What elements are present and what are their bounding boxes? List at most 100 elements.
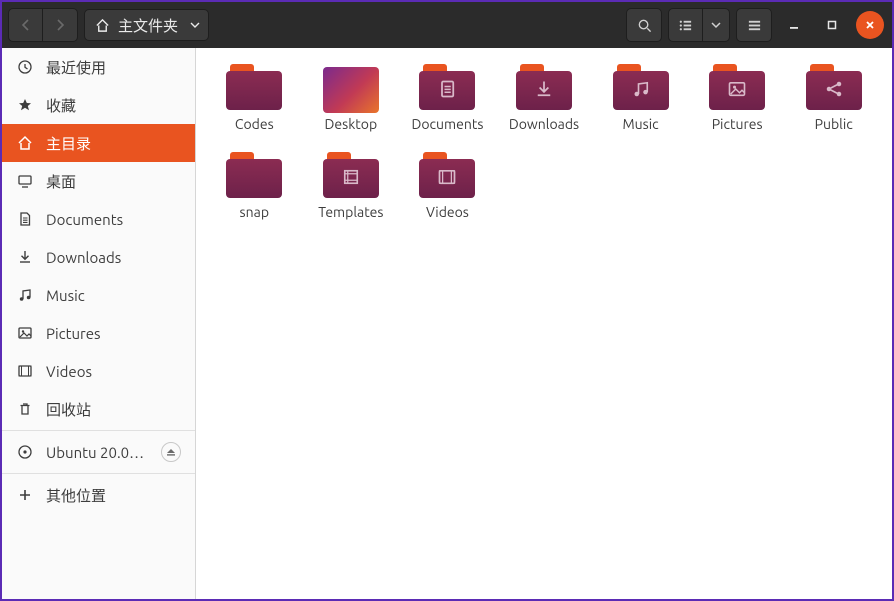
search-icon <box>637 18 652 33</box>
list-icon <box>678 18 693 33</box>
sidebar-item-home[interactable]: 主目录 <box>2 124 195 162</box>
sidebar-item-desktop[interactable]: 桌面 <box>2 162 195 200</box>
folder-grid: Codes Desktop Documents Downloads Music Pictu… <box>206 60 882 224</box>
sidebar-mount[interactable]: Ubuntu 20.0… <box>2 433 195 471</box>
path-label: 主文件夹 <box>118 15 178 36</box>
sidebar-item-label: Pictures <box>46 325 181 342</box>
sidebar-item-recent[interactable]: 最近使用 <box>2 48 195 86</box>
forward-button[interactable] <box>43 9 77 41</box>
home-icon <box>16 134 34 152</box>
view-list-button[interactable] <box>669 9 703 41</box>
minimize-icon <box>788 19 800 31</box>
folder-label: Music <box>622 116 658 132</box>
folder-label: Codes <box>235 116 274 132</box>
chevron-down-icon <box>711 20 721 30</box>
body: 最近使用收藏主目录桌面 Documents Downloads Music Pictur… <box>2 48 892 599</box>
headerbar: 主文件夹 <box>2 2 892 48</box>
search-button[interactable] <box>627 9 661 41</box>
sidebar: 最近使用收藏主目录桌面 Documents Downloads Music Pictur… <box>2 48 196 599</box>
folder-icon <box>806 64 862 110</box>
sidebar-item-label: 桌面 <box>46 171 181 192</box>
sidebar-item-trash[interactable]: 回收站 <box>2 390 195 428</box>
sidebar-item-label: Videos <box>46 363 181 380</box>
maximize-icon <box>826 19 838 31</box>
folder-label: Documents <box>411 116 483 132</box>
document-icon <box>16 210 34 228</box>
folder-label: Videos <box>426 204 469 220</box>
disc-icon <box>16 443 34 461</box>
sidebar-item-label: 收藏 <box>46 95 181 116</box>
folder-label: snap <box>240 204 269 220</box>
folder-item[interactable]: Documents <box>399 60 496 136</box>
music-icon <box>16 286 34 304</box>
folder-icon <box>226 152 282 198</box>
folder-item[interactable]: snap <box>206 148 303 224</box>
sidebar-mount-label: Ubuntu 20.0… <box>46 444 149 461</box>
chevron-down-icon <box>190 20 200 30</box>
folder-item[interactable]: Desktop <box>303 60 400 136</box>
minimize-button[interactable] <box>780 11 808 39</box>
menu-group <box>736 8 772 42</box>
sidebar-separator <box>2 473 195 474</box>
folder-item[interactable]: Templates <box>303 148 400 224</box>
chevron-right-icon <box>54 19 66 31</box>
main-view[interactable]: Codes Desktop Documents Downloads Music Pictu… <box>196 48 892 599</box>
chevron-left-icon <box>20 19 32 31</box>
folder-icon <box>613 64 669 110</box>
folder-label: Public <box>815 116 853 132</box>
folder-label: Desktop <box>325 116 378 132</box>
video-icon <box>16 362 34 380</box>
sidebar-item-label: 主目录 <box>46 133 181 154</box>
sidebar-item-label: 回收站 <box>46 399 181 420</box>
close-icon <box>864 19 876 31</box>
sidebar-item-music[interactable]: Music <box>2 276 195 314</box>
plus-icon <box>16 486 34 504</box>
folder-icon <box>226 64 282 110</box>
path-bar[interactable]: 主文件夹 <box>84 9 209 41</box>
picture-icon <box>16 324 34 342</box>
folder-item[interactable]: Public <box>785 60 882 136</box>
view-group <box>668 8 730 42</box>
folder-icon <box>709 64 765 110</box>
sidebar-item-downloads[interactable]: Downloads <box>2 238 195 276</box>
hamburger-menu-button[interactable] <box>737 9 771 41</box>
desktop-wallpaper-icon <box>323 67 379 113</box>
sidebar-item-label: 最近使用 <box>46 57 181 78</box>
sidebar-separator <box>2 430 195 431</box>
nav-buttons <box>8 8 78 42</box>
folder-icon <box>419 152 475 198</box>
clock-icon <box>16 58 34 76</box>
sidebar-item-pictures[interactable]: Pictures <box>2 314 195 352</box>
sidebar-item-videos[interactable]: Videos <box>2 352 195 390</box>
sidebar-item-documents[interactable]: Documents <box>2 200 195 238</box>
file-manager-window: 主文件夹 <box>0 0 894 601</box>
sidebar-item-label: Documents <box>46 211 181 228</box>
view-dropdown-button[interactable] <box>703 9 729 41</box>
folder-item[interactable]: Music <box>592 60 689 136</box>
sidebar-other-locations[interactable]: 其他位置 <box>2 476 195 514</box>
eject-icon <box>166 447 176 457</box>
download-icon <box>16 248 34 266</box>
folder-label: Pictures <box>712 116 763 132</box>
folder-item[interactable]: Downloads <box>496 60 593 136</box>
sidebar-item-label: Downloads <box>46 249 181 266</box>
folder-item[interactable]: Pictures <box>689 60 786 136</box>
sidebar-item-label: Music <box>46 287 181 304</box>
home-icon <box>95 18 110 33</box>
folder-icon <box>323 152 379 198</box>
hamburger-icon <box>747 18 762 33</box>
folder-label: Templates <box>318 204 383 220</box>
search-group <box>626 8 662 42</box>
folder-icon <box>419 64 475 110</box>
eject-button[interactable] <box>161 442 181 462</box>
trash-icon <box>16 400 34 418</box>
folder-label: Downloads <box>509 116 579 132</box>
sidebar-other-label: 其他位置 <box>46 485 181 506</box>
back-button[interactable] <box>9 9 43 41</box>
desktop-icon <box>16 172 34 190</box>
sidebar-item-starred[interactable]: 收藏 <box>2 86 195 124</box>
maximize-button[interactable] <box>818 11 846 39</box>
close-button[interactable] <box>856 11 884 39</box>
folder-item[interactable]: Codes <box>206 60 303 136</box>
folder-item[interactable]: Videos <box>399 148 496 224</box>
